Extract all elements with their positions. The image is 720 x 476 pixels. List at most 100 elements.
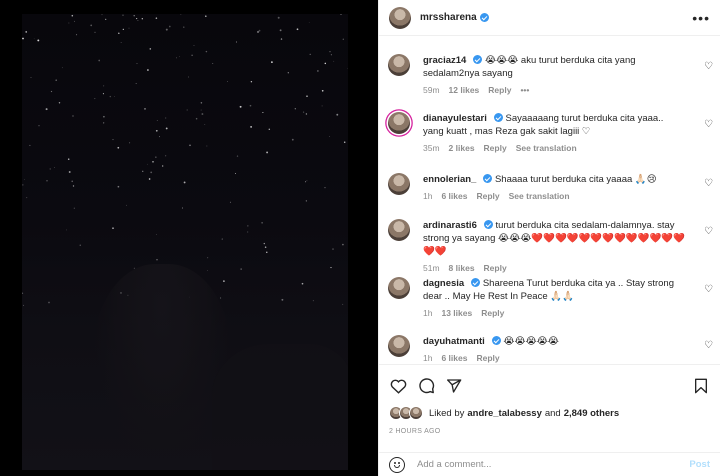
star [321, 89, 324, 92]
star [330, 267, 332, 269]
commenter-avatar[interactable] [388, 335, 410, 357]
star [68, 171, 71, 173]
star [146, 163, 148, 165]
commenter-username[interactable]: ennolerian_ [423, 174, 476, 185]
like-comment-heart-icon[interactable]: ♡ [704, 120, 714, 130]
star [306, 180, 308, 182]
liker-avatars [389, 406, 423, 420]
star [168, 25, 171, 28]
see-translation-link[interactable]: See translation [509, 191, 570, 201]
like-comment-heart-icon[interactable]: ♡ [704, 62, 714, 72]
star [291, 138, 294, 141]
star [144, 108, 146, 110]
liker-avatar[interactable] [409, 406, 423, 420]
post-photo[interactable] [22, 14, 348, 470]
post-header: mrssharena ••• [379, 0, 720, 36]
comment-time: 51m [423, 263, 440, 273]
comment-likes[interactable]: 2 likes [449, 143, 475, 153]
star [296, 28, 299, 31]
owner-username[interactable]: mrssharena [420, 12, 477, 23]
like-comment-heart-icon[interactable]: ♡ [704, 341, 714, 351]
comment-bubble-icon[interactable] [417, 377, 435, 395]
comment-meta: 35m 2 likes Reply See translation [423, 143, 710, 153]
star [268, 128, 271, 131]
comment-meta: 59m 12 likes Reply ••• [423, 85, 710, 95]
comments-list: graciaz14 😭😭😭 aku turut berduka cita yan… [379, 37, 720, 364]
star [112, 139, 114, 141]
likes-others-link[interactable]: 2,849 others [564, 408, 619, 419]
star [201, 113, 204, 115]
star [271, 61, 273, 63]
star [195, 117, 198, 120]
comment-likes[interactable]: 6 likes [441, 353, 467, 363]
star [249, 104, 252, 107]
star [74, 20, 75, 22]
star [317, 70, 319, 72]
star [165, 28, 168, 31]
post-comment-button[interactable]: Post [689, 459, 710, 470]
commenter-avatar[interactable] [388, 54, 410, 76]
like-comment-heart-icon[interactable]: ♡ [704, 285, 714, 295]
add-comment-bar: Post [379, 452, 720, 476]
verified-badge-icon [473, 55, 483, 64]
star [45, 108, 48, 111]
commenter-username[interactable]: dianayulestari [423, 113, 487, 124]
post-timestamp[interactable]: 2 HOURS AGO [389, 428, 441, 435]
star [156, 259, 158, 261]
commenter-avatar[interactable] [388, 173, 410, 195]
owner-avatar[interactable] [389, 6, 411, 29]
commenter-username[interactable]: graciaz14 [423, 55, 466, 66]
reply-button[interactable]: Reply [476, 191, 499, 201]
comment-message: Shaaaa turut berduka cita yaaaa 🙏🏻😢 [494, 174, 657, 185]
star [236, 155, 239, 157]
star [347, 67, 348, 69]
liker-username[interactable]: andre_talabessy [467, 408, 541, 419]
star [155, 234, 157, 235]
star [206, 145, 208, 147]
star [22, 184, 24, 186]
star [207, 257, 209, 259]
comment-text: graciaz14 😭😭😭 aku turut berduka cita yan… [423, 54, 686, 80]
star [114, 96, 115, 97]
reply-button[interactable]: Reply [484, 263, 507, 273]
see-translation-link[interactable]: See translation [516, 143, 577, 153]
comment-likes[interactable]: 8 likes [449, 263, 475, 273]
star [94, 31, 96, 34]
like-comment-heart-icon[interactable]: ♡ [704, 179, 714, 189]
commenter-username[interactable]: ardinarasti6 [423, 220, 477, 231]
comment-input[interactable] [417, 459, 690, 470]
reply-button[interactable]: Reply [488, 85, 511, 95]
commenter-username[interactable]: dayuhatmanti [423, 336, 485, 347]
star [342, 38, 344, 40]
star [165, 117, 167, 119]
commenter-username[interactable]: dagnesia [423, 278, 464, 289]
star [229, 201, 231, 203]
star [67, 158, 70, 160]
share-paper-plane-icon[interactable] [445, 377, 463, 395]
reply-button[interactable]: Reply [476, 353, 499, 363]
comment-likes[interactable]: 6 likes [441, 191, 467, 201]
reply-button[interactable]: Reply [484, 143, 507, 153]
comment-likes[interactable]: 12 likes [449, 85, 480, 95]
like-comment-heart-icon[interactable]: ♡ [704, 227, 714, 237]
star [148, 178, 151, 180]
star [73, 207, 75, 209]
commenter-avatar[interactable] [388, 112, 410, 134]
like-heart-icon[interactable] [389, 377, 407, 395]
star [183, 181, 186, 184]
reply-button[interactable]: Reply [481, 308, 504, 318]
star [26, 197, 28, 199]
emoji-picker-icon[interactable] [389, 456, 405, 473]
comment-likes[interactable]: 13 likes [441, 308, 472, 318]
star [180, 14, 182, 15]
more-options-icon[interactable]: ••• [692, 10, 710, 26]
comment-meta: 1h 13 likes Reply [423, 308, 710, 318]
star [58, 102, 61, 104]
comment-item: dayuhatmanti 😭😭😭😭😭 1h 6 likes Reply ♡ [379, 335, 720, 363]
commenter-avatar[interactable] [388, 219, 410, 241]
save-bookmark-icon[interactable] [692, 377, 710, 395]
commenter-avatar[interactable] [388, 277, 410, 299]
star [155, 17, 158, 19]
star [49, 168, 51, 170]
comment-more-icon[interactable]: ••• [520, 85, 529, 95]
